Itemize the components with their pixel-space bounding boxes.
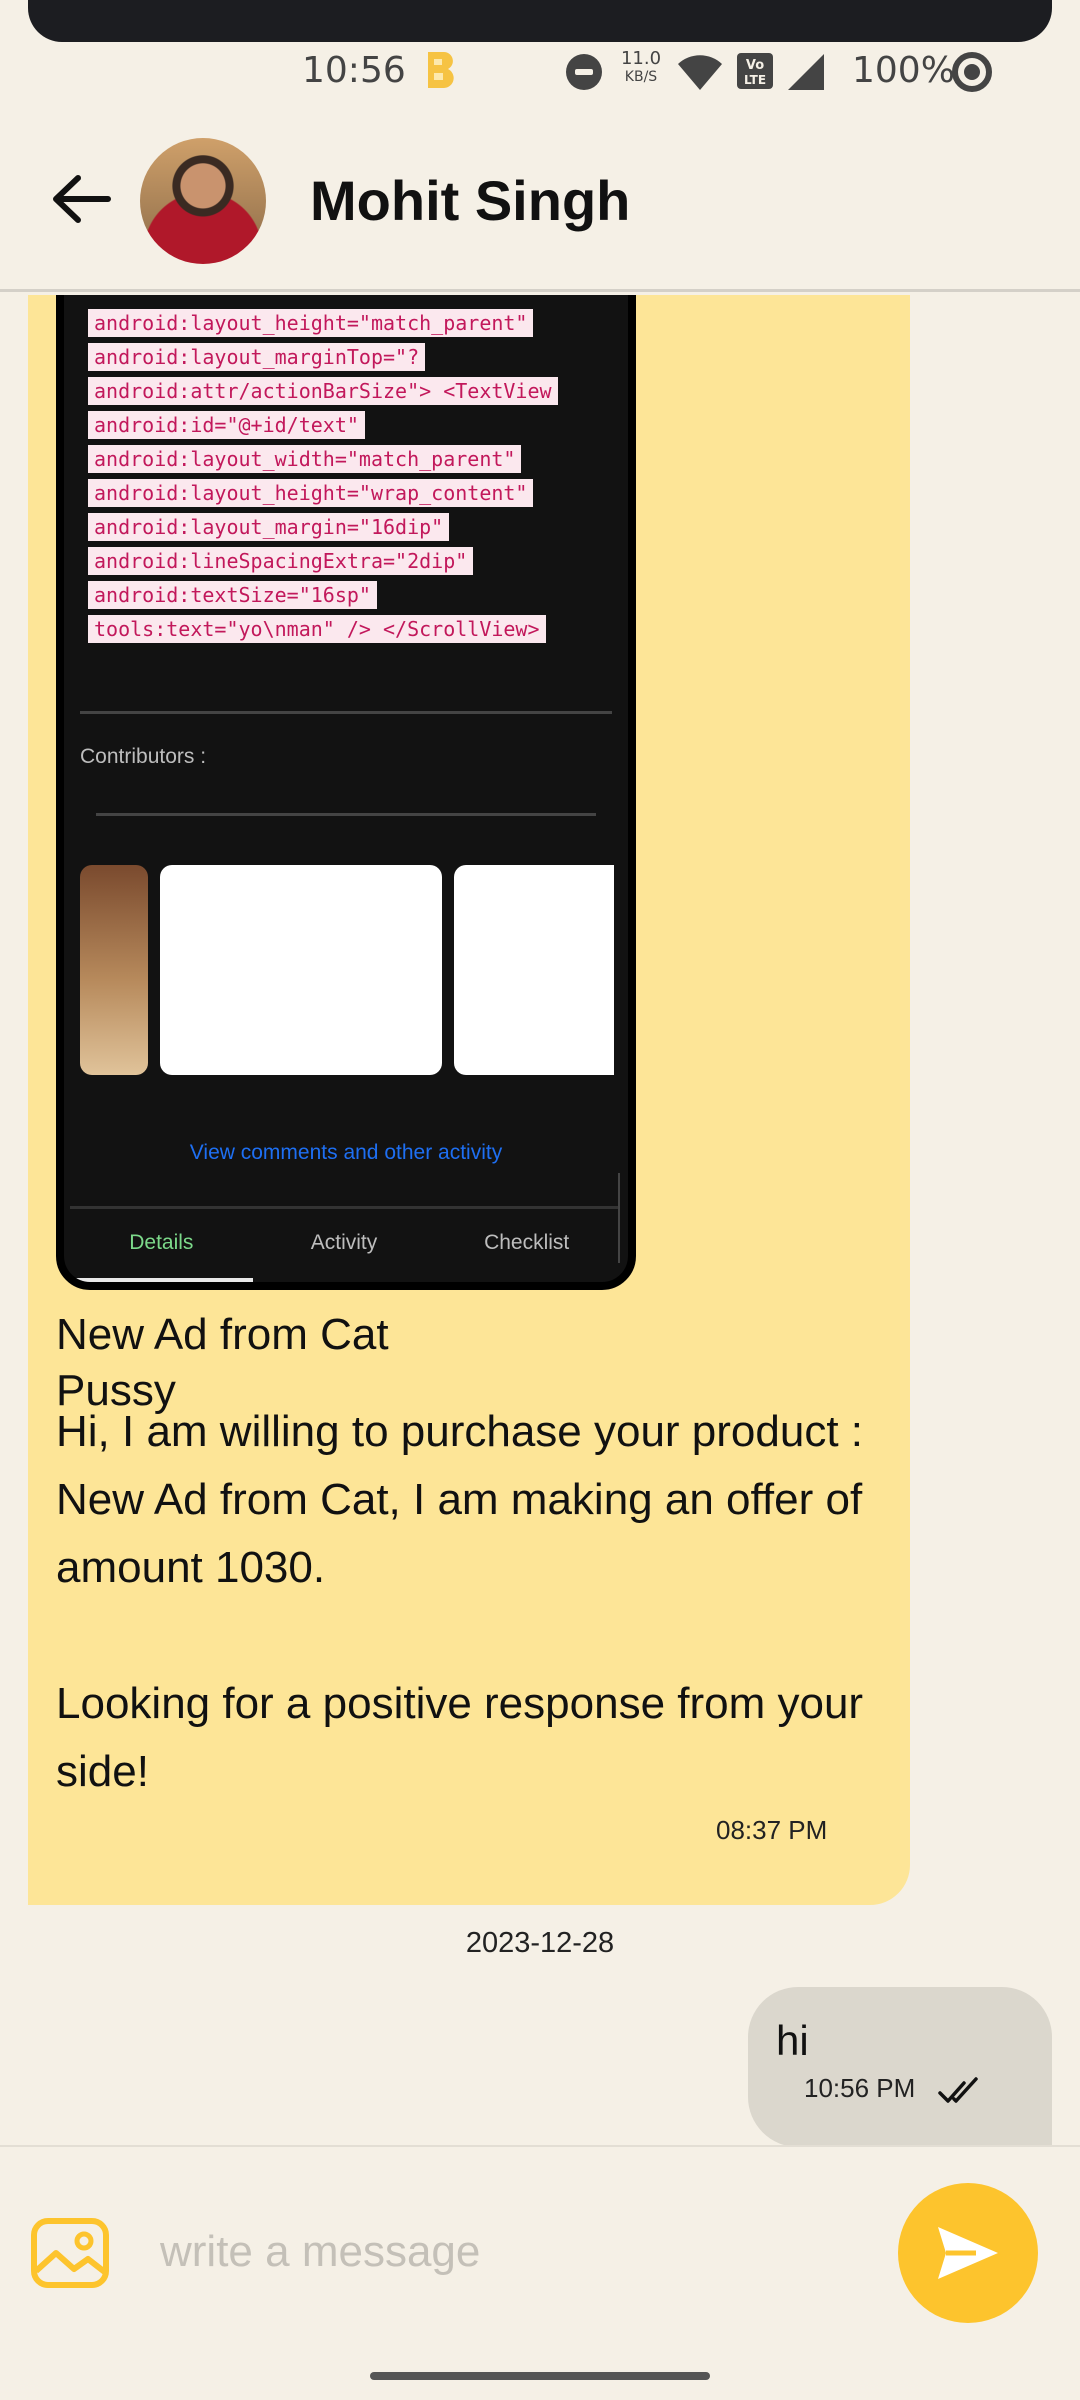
screenshot-tab-bar: Details Activity Checklist [70, 1206, 618, 1282]
attached-screenshot-image[interactable]: android:layout_height="match_parent" and… [56, 295, 636, 1290]
code-snippet: android:layout_height="match_parent" and… [88, 309, 558, 649]
code-line: android:layout_marginTop="? [88, 343, 426, 371]
cell-signal-icon [788, 54, 824, 90]
app-notification-icon [428, 52, 454, 88]
camera-cutout [28, 0, 1052, 42]
svg-text:LTE: LTE [744, 73, 766, 87]
view-comments-link: View comments and other activity [189, 1141, 503, 1164]
tab-activity: Activity [310, 1231, 378, 1254]
message-timestamp: 10:56 PM [804, 2073, 916, 2103]
incoming-message-bubble[interactable]: android:layout_height="match_parent" and… [28, 295, 910, 1905]
status-bar: 10:56 11.0 KB/S Vo LTE 100% [0, 42, 1080, 102]
date-separator: 2023-12-28 [465, 1927, 615, 1959]
back-arrow-icon[interactable] [48, 166, 114, 232]
status-time: 10:56 [302, 50, 406, 91]
blank-thumbnail [454, 865, 614, 1075]
photo-thumbnail [80, 865, 148, 1075]
send-button[interactable] [898, 2183, 1038, 2323]
volte-icon: Vo LTE [737, 53, 773, 89]
tab-checklist: Checklist [484, 1231, 570, 1254]
home-indicator[interactable] [370, 2372, 710, 2380]
message-list[interactable]: android:layout_height="match_parent" and… [0, 295, 1080, 2145]
network-speed-value: 11.0 [620, 48, 662, 69]
wifi-icon [678, 55, 722, 90]
contributors-label: Contributors : [80, 745, 207, 768]
code-line: android:layout_height="wrap_content" [88, 479, 534, 507]
send-icon [938, 2227, 998, 2279]
code-line: android:attr/actionBarSize"> <TextView [88, 377, 558, 405]
battery-icon [952, 52, 992, 92]
read-receipt-icon [938, 2077, 978, 2103]
message-timestamp: 08:37 PM [716, 1815, 828, 1845]
message-input[interactable] [160, 2207, 860, 2297]
code-line: android:layout_width="match_parent" [88, 445, 522, 473]
code-line: android:layout_margin="16dip" [88, 513, 450, 541]
code-line: android:layout_height="match_parent" [88, 309, 534, 337]
blank-thumbnail [160, 865, 442, 1075]
do-not-disturb-icon [566, 54, 602, 90]
message-composer [0, 2145, 1080, 2355]
network-speed: 11.0 KB/S [618, 50, 664, 86]
battery-percent: 100% [852, 50, 955, 91]
code-line: tools:text="yo\nman" /> </ScrollView> [88, 615, 546, 643]
message-text: Hi, I am willing to purchase your produc… [56, 1407, 864, 1796]
screenshot-divider [96, 813, 596, 816]
code-line: android:lineSpacingExtra="2dip" [88, 547, 474, 575]
code-line: android:id="@+id/text" [88, 411, 365, 439]
chat-header: Mohit Singh [0, 102, 1080, 292]
contact-name[interactable]: Mohit Singh [310, 168, 630, 233]
svg-text:Vo: Vo [746, 58, 764, 73]
network-speed-unit: KB/S [624, 69, 658, 85]
code-line: android:textSize="16sp" [88, 581, 377, 609]
screenshot-divider [80, 711, 612, 714]
outgoing-message-bubble[interactable]: hi 10:56 PM [748, 1987, 1052, 2145]
tab-details: Details [70, 1209, 253, 1282]
gallery-image-icon[interactable] [30, 2217, 110, 2289]
message-text: hi [776, 2017, 809, 2064]
contact-avatar[interactable] [140, 138, 266, 264]
screenshot-scrollbar [618, 1173, 628, 1263]
